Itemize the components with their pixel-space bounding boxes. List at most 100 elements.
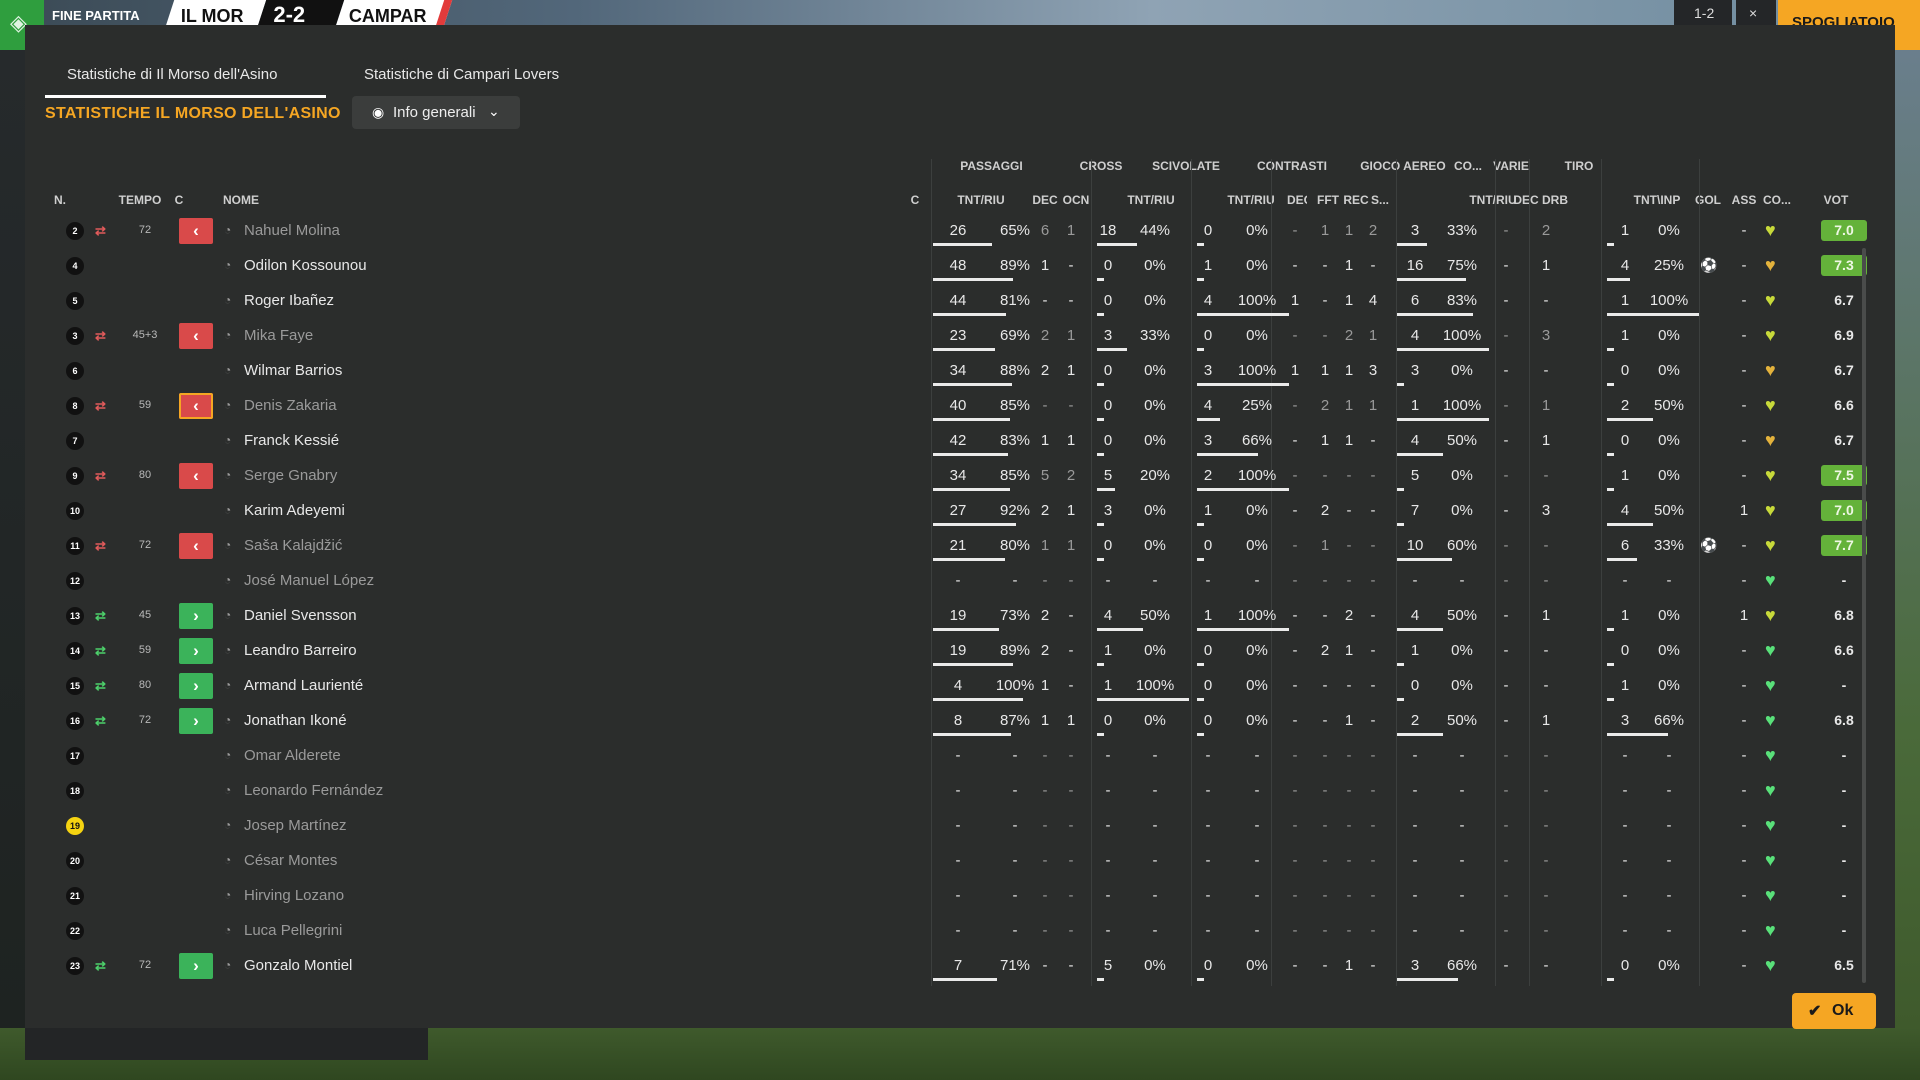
column-header[interactable]: CO... <box>1761 193 1793 207</box>
table-row[interactable]: 19 ◔ Josep Martínez - - - - - - - - - - - - - - - - - - - ♥ - <box>45 808 1880 843</box>
substitution-in-button[interactable]: › <box>179 638 213 664</box>
close-icon-button[interactable]: × <box>1736 0 1776 26</box>
column-header[interactable]: TNT/RIU <box>1201 193 1301 207</box>
ok-button[interactable]: ✔ Ok <box>1792 993 1876 1029</box>
column-header[interactable]: VOT <box>1791 193 1881 207</box>
column-header[interactable]: TNT\INP <box>1607 193 1707 207</box>
player-name[interactable]: Wilmar Barrios <box>244 353 544 388</box>
table-row[interactable]: 8 ⇄ 59 ‹ ◔ Denis Zakaria 40 85% - -0 0% 4 25% -2 1 1 1 10… <box>45 388 1880 423</box>
column-header[interactable]: NOME <box>223 193 283 207</box>
column-header[interactable]: FFT <box>1315 193 1341 207</box>
player-name[interactable]: Mika Faye <box>244 318 544 353</box>
table-row[interactable]: 2 ⇄ 72 ‹ ◔ Nahuel Molina 26 65% 6 1 18 44% 0 0% -1 1 2 3 3… <box>45 213 1880 248</box>
player-name[interactable]: César Montes <box>244 843 544 878</box>
table-row[interactable]: 18 ◔ Leonardo Fernández - - - - - - - - - - - - - - - - - - -… <box>45 773 1880 808</box>
table-row[interactable]: 4 ◔ Odilon Kossounou 48 89% 1-0 0% 1 0% - -1-16 75%… <box>45 248 1880 283</box>
substitution-in-button[interactable]: › <box>179 708 213 734</box>
substitution-in-button[interactable]: › <box>179 603 213 629</box>
column-header[interactable]: C <box>905 193 925 207</box>
shots-success-bar <box>1607 348 1614 351</box>
column-header[interactable]: ASS <box>1729 193 1759 207</box>
headers-success-rate: - <box>1459 852 1465 869</box>
tab-away-stats[interactable]: Statistiche di Campari Lovers <box>340 59 580 95</box>
table-row[interactable]: 23 ⇄ 72 › ◔ Gonzalo Montiel 7 71% - -5 0% 0 0% - -1-3 6… <box>45 948 1880 983</box>
condition-heart-icon: ♥ <box>1765 605 1776 625</box>
column-header[interactable]: C <box>169 193 189 207</box>
column-header[interactable]: TEMPO <box>115 193 165 207</box>
table-scrollbar[interactable] <box>1862 248 1866 983</box>
player-name[interactable]: Jonathan Ikoné <box>244 703 544 738</box>
view-selector-dropdown[interactable]: ◉ Info generali ⌄ <box>352 96 520 129</box>
player-name[interactable]: Hirving Lozano <box>244 878 544 913</box>
player-name[interactable]: Roger Ibañez <box>244 283 544 318</box>
possessions-won: 1 <box>1344 397 1354 414</box>
player-name[interactable]: Leandro Barreiro <box>244 633 544 668</box>
table-row[interactable]: 10 ◔ Karim Adeyemi 27 92% 2 1 3 0% 1 0% -2- -7 0% -3 4 5… <box>45 493 1880 528</box>
column-header[interactable]: DEC <box>1031 193 1059 207</box>
player-name[interactable]: Omar Alderete <box>244 738 544 773</box>
decisive-passes: 1 <box>1040 677 1050 694</box>
table-row[interactable]: 22 ◔ Luca Pellegrini - - - - - - - - - - - - - - - - - - - ♥ - <box>45 913 1880 948</box>
table-row[interactable]: 9 ⇄ 80 ‹ ◔ Serge Gnabry 34 85% 5 2 5 20% 2 100% - - - -5 0… <box>45 458 1880 493</box>
table-row[interactable]: 16 ⇄ 72 › ◔ Jonathan Ikoné 8 87% 1 1 0 0% 0 0% - -1-2 50… <box>45 703 1880 738</box>
challenges-decisive: - <box>1292 572 1298 589</box>
player-name[interactable]: Franck Kessié <box>244 423 544 458</box>
table-row[interactable]: 14 ⇄ 59 › ◔ Leandro Barreiro 19 89% 2-1 0% 0 0% -2 1-… <box>45 633 1880 668</box>
player-name[interactable]: Saša Kalajdžić <box>244 528 544 563</box>
player-name[interactable]: Gonzalo Montiel <box>244 948 544 983</box>
table-row[interactable]: 13 ⇄ 45 › ◔ Daniel Svensson 19 73% 2-4 50% 1 100% - -… <box>45 598 1880 633</box>
player-name[interactable]: José Manuel López <box>244 563 544 598</box>
table-row[interactable]: 15 ⇄ 80 › ◔ Armand Laurienté 4 100% 1-1 100% 0 0% - -… <box>45 668 1880 703</box>
shots-attempted: 0 <box>1620 432 1630 449</box>
table-row[interactable]: 5 ◔ Roger Ibañez 44 81% - -0 0% 4 100% 1-1 4 6 83% - -1… <box>45 283 1880 318</box>
substitution-out-button[interactable]: ‹ <box>179 533 213 559</box>
column-header[interactable]: DEC <box>1287 193 1307 207</box>
table-row[interactable]: 21 ◔ Hirving Lozano - - - - - - - - - - - - - - - - - - - ♥ - <box>45 878 1880 913</box>
table-row[interactable]: 20 ◔ César Montes - - - - - - - - - - - - - - - - - - - ♥ - <box>45 843 1880 878</box>
possessions-won: - <box>1346 747 1352 764</box>
player-name[interactable]: Odilon Kossounou <box>244 248 544 283</box>
table-row[interactable]: 3 ⇄ 45+3 ‹ ◔ Mika Faye 23 69% 2 1 3 33% 0 0% - -2 1 4 100%… <box>45 318 1880 353</box>
column-header[interactable]: DRB <box>1541 193 1569 207</box>
other-score-button[interactable]: 1-2 <box>1674 0 1732 26</box>
slides-success-bar <box>1197 243 1204 246</box>
column-header[interactable]: REC <box>1343 193 1369 207</box>
substitution-in-button[interactable]: › <box>179 953 213 979</box>
shots-success-bar <box>1607 453 1614 456</box>
player-stats-table: PASSAGGI CROSS SCIVOLATE CONTRASTI GIOCO AER… <box>45 133 1880 986</box>
challenges-s: 4 <box>1368 292 1378 309</box>
table-row[interactable]: 6 ◔ Wilmar Barrios 34 88% 2 1 0 0% 3 100% 1 1 1 3 3 0% - -… <box>45 353 1880 388</box>
substitution-out-button[interactable]: ‹ <box>179 218 213 244</box>
table-row[interactable]: 12 ◔ José Manuel López - - - - - - - - - - - - - - - - - - - ♥… <box>45 563 1880 598</box>
crosses-success-rate: 0% <box>1144 537 1166 554</box>
assists: - <box>1741 922 1747 939</box>
substitution-out-button[interactable]: ‹ <box>179 323 213 349</box>
substitution-out-button[interactable]: ‹ <box>179 393 213 419</box>
player-name[interactable]: Serge Gnabry <box>244 458 544 493</box>
column-header[interactable]: OCN <box>1061 193 1091 207</box>
player-name[interactable]: Josep Martínez <box>244 808 544 843</box>
tab-home-stats[interactable]: Statistiche di Il Morso dell'Asino <box>45 59 326 98</box>
player-name[interactable]: Nahuel Molina <box>244 213 544 248</box>
column-header[interactable]: GOL <box>1693 193 1723 207</box>
column-header[interactable]: TNT/RIU <box>1101 193 1201 207</box>
chances-created: - <box>1068 887 1074 904</box>
column-header[interactable]: DEC <box>1511 193 1541 207</box>
player-name[interactable]: Armand Laurienté <box>244 668 544 703</box>
player-name[interactable]: Luca Pellegrini <box>244 913 544 948</box>
player-name[interactable]: Denis Zakaria <box>244 388 544 423</box>
column-header[interactable]: TNT/RIU <box>931 193 1031 207</box>
column-header[interactable]: N. <box>50 193 70 207</box>
column-header[interactable]: S... <box>1367 193 1393 207</box>
substitution-out-button[interactable]: ‹ <box>179 463 213 489</box>
table-row[interactable]: 7 ◔ Franck Kessié 42 83% 1 1 0 0% 3 66% -1 1-4 50% -1 0… <box>45 423 1880 458</box>
shots-on-target-rate: - <box>1666 852 1672 869</box>
player-name[interactable]: Leonardo Fernández <box>244 773 544 808</box>
chances-created: 1 <box>1066 362 1076 379</box>
table-row[interactable]: 17 ◔ Omar Alderete - - - - - - - - - - - - - - - - - - - ♥ - <box>45 738 1880 773</box>
group-header: CROSS <box>1079 159 1123 173</box>
substitution-in-button[interactable]: › <box>179 673 213 699</box>
player-name[interactable]: Karim Adeyemi <box>244 493 544 528</box>
table-row[interactable]: 11 ⇄ 72 ‹ ◔ Saša Kalajdžić 21 80% 1 1 0 0% 0 0% -1- -10… <box>45 528 1880 563</box>
player-name[interactable]: Daniel Svensson <box>244 598 544 633</box>
